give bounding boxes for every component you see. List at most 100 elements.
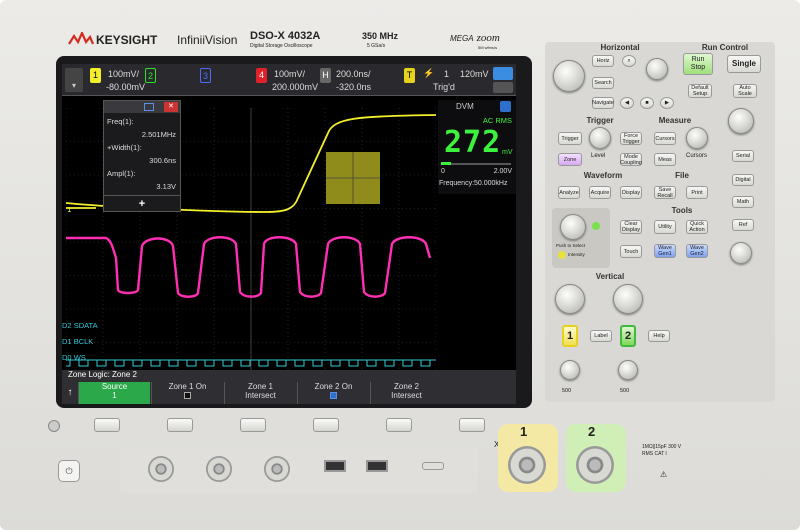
entry-knob[interactable] [560,214,586,240]
meas-button[interactable]: Meas [654,153,676,166]
display-screen[interactable]: ▾ 1 100mV/ -80.00mV 2 3 4 100mV/ 200.000… [62,64,516,404]
ch1-button[interactable]: 1 [562,325,578,347]
measurement-panel[interactable]: ✕ Freq(1): 2.501MHz +Width(1): 300.6ns A… [103,100,181,212]
save-to-usb-icon[interactable] [493,67,513,80]
help-button[interactable]: Help [648,330,670,342]
softkey-zone1-mode[interactable]: Zone 1 Intersect [224,382,296,404]
auto-scale-button[interactable]: Auto Scale [733,84,757,98]
power-button[interactable]: ⏻ [58,460,80,482]
ch1-position-value: 500 [562,388,572,394]
horizontal-scale-knob[interactable] [553,60,585,92]
status-bar: ▾ 1 100mV/ -80.00mV 2 3 4 100mV/ 200.000… [62,64,516,96]
acquire-button[interactable]: Acquire [589,186,611,199]
cursors-knob[interactable] [686,127,708,149]
usb-port-1[interactable] [324,460,346,472]
display-button[interactable]: Display [620,186,642,199]
softkey-zone1-on[interactable]: Zone 1 On [151,382,223,404]
dvm-settings-icon[interactable] [500,101,511,112]
touch-button[interactable]: Touch [620,245,642,258]
quick-action-button[interactable]: Quick Action [686,220,708,234]
save-recall-button[interactable]: Save Recall [654,186,676,199]
ch1-bnc-input[interactable] [508,446,546,484]
time-scale: 200.0ns/ [336,69,371,79]
clear-display-button[interactable]: Clear Display [620,220,642,234]
d2-id: D2 [62,321,72,330]
digital-button[interactable]: Digital [732,174,754,186]
force-trigger-button[interactable]: Force Trigger [620,132,642,145]
intensity-button[interactable] [558,251,566,259]
math-button[interactable]: Math [732,196,754,208]
ch1-position-knob[interactable] [560,360,580,380]
ref-button[interactable]: Ref [732,219,754,231]
nav-stop-button[interactable]: ■ [640,97,654,109]
analyze-button[interactable]: Analyze [558,186,580,199]
navigate-button[interactable]: Navigate [592,97,614,109]
panel-list-icon[interactable] [144,103,154,111]
softkey-source[interactable]: Source 1 [78,382,150,404]
softkey-button-4[interactable] [313,418,339,432]
oscilloscope-front: KEYSIGHT InfiniiVision DSO-X 4032A Digit… [0,0,800,530]
keysight-wave-logo-icon [68,32,94,45]
add-measurement-button[interactable]: + [104,195,180,211]
softkey-zone2-value: Intersect [391,391,422,400]
d1-name: BCLK [73,337,94,346]
softkey-button-5[interactable] [386,418,412,432]
ch1-indicator[interactable]: 1 [90,68,101,83]
label-button[interactable]: Label [590,330,612,342]
section-waveform: Waveform [583,171,623,180]
usb-port-2[interactable] [366,460,388,472]
trigger-button[interactable]: Trigger [558,132,582,145]
mode-coupling-button[interactable]: Mode Coupling [620,153,642,166]
nav-back-button[interactable]: ◀ [620,97,634,109]
softkey-zone2-mode[interactable]: Zone 2 Intersect [370,382,442,404]
serial-button[interactable]: Serial [732,150,754,162]
menu-button[interactable]: ▾ [65,68,83,92]
horizontal-position-knob[interactable] [646,58,668,80]
bnc-aux-1[interactable] [148,456,174,482]
softkey-source-label: Source [101,382,128,391]
run-stop-button[interactable]: Run Stop [683,53,713,75]
digital-position-knob[interactable] [730,242,752,264]
ch2-bnc-input[interactable] [576,446,614,484]
trigger-status: Trig'd [433,82,455,92]
math-ref-knob[interactable] [728,108,754,134]
nav-forward-button[interactable]: ▶ [660,97,674,109]
softkey-button-3[interactable] [240,418,266,432]
default-setup-button[interactable]: Default Setup [688,84,712,98]
zoom-button[interactable]: ⌕ [622,55,636,67]
softkey-zone2-on[interactable]: Zone 2 On [297,382,369,404]
softkey-back-button[interactable]: ↑ [64,382,76,404]
panel-close-icon[interactable]: ✕ [164,102,178,112]
zone-button[interactable]: Zone [558,153,582,166]
bnc-aux-3[interactable] [264,456,290,482]
bnc-aux-2[interactable] [206,456,232,482]
trigger-indicator[interactable]: T [404,68,415,83]
ch2-indicator[interactable]: 2 [145,68,156,83]
ch4-indicator[interactable]: 4 [256,68,267,83]
warning-icon: ⚠ [660,470,668,479]
ch1-scale-knob[interactable] [555,284,585,314]
softkey-button-1[interactable] [94,418,120,432]
print-button[interactable]: Print [686,186,708,199]
wavegen1-button[interactable]: Wave Gen1 [654,244,676,258]
demo-terminal[interactable] [422,462,444,470]
horizontal-indicator[interactable]: H [320,68,331,83]
back-key[interactable] [48,420,60,432]
single-button[interactable]: Single [727,55,761,73]
brand-model: DSO-X 4032A [250,30,321,42]
cursors-button[interactable]: Cursors [654,132,676,145]
utility-button[interactable]: Utility [654,220,676,234]
ch3-indicator[interactable]: 3 [200,68,211,83]
horiz-button[interactable]: Horiz [592,55,614,67]
trigger-level-knob[interactable] [589,127,611,149]
softkey-button-2[interactable] [167,418,193,432]
zone2-checkbox [330,392,337,399]
ch2-position-knob[interactable] [618,360,638,380]
softkey-button-6[interactable] [459,418,485,432]
brand-zoom-sub: 5M wfms/s [478,45,498,50]
ch2-button[interactable]: 2 [620,325,636,347]
touch-lock-icon[interactable] [493,82,513,93]
search-button[interactable]: Search [592,77,614,89]
wavegen2-button[interactable]: Wave Gen2 [686,244,708,258]
ch2-scale-knob[interactable] [613,284,643,314]
